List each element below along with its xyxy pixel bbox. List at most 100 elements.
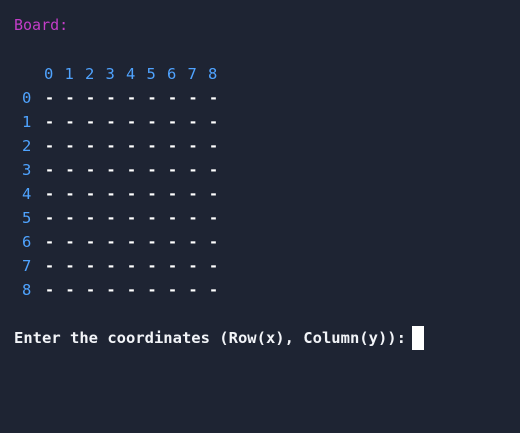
board-row-1: 1--------- bbox=[0, 110, 260, 134]
board-cell: - bbox=[45, 113, 55, 131]
board-cell: - bbox=[127, 113, 137, 131]
row-label-7: 7 bbox=[22, 257, 32, 275]
board-row-2: 2--------- bbox=[0, 134, 260, 158]
board-cell: - bbox=[86, 89, 96, 107]
board-cell: - bbox=[209, 89, 219, 107]
board-cell: - bbox=[45, 185, 55, 203]
board-cell: - bbox=[147, 137, 157, 155]
board-cell: - bbox=[65, 89, 75, 107]
board-cell: - bbox=[106, 89, 116, 107]
board-cell: - bbox=[45, 137, 55, 155]
board-cell: - bbox=[147, 113, 157, 131]
board-cell: - bbox=[65, 257, 75, 275]
board-row-0: 0--------- bbox=[0, 86, 260, 110]
row-label-5: 5 bbox=[22, 209, 32, 227]
board-cell: - bbox=[45, 233, 55, 251]
board-cell: - bbox=[106, 209, 116, 227]
board-cell: - bbox=[209, 281, 219, 299]
board-row-5: 5--------- bbox=[0, 206, 260, 230]
board-cell: - bbox=[147, 185, 157, 203]
board-cell: - bbox=[147, 257, 157, 275]
input-prompt: Enter the coordinates (Row(x), Column(y)… bbox=[14, 329, 406, 347]
board-cell: - bbox=[188, 113, 198, 131]
row-label-2: 2 bbox=[22, 137, 32, 155]
board-cell: - bbox=[106, 257, 116, 275]
board-cell: - bbox=[209, 113, 219, 131]
board-cell: - bbox=[168, 89, 178, 107]
board-cell: - bbox=[65, 209, 75, 227]
board-cell: - bbox=[209, 161, 219, 179]
board-cell: - bbox=[188, 161, 198, 179]
board-cell: - bbox=[127, 233, 137, 251]
board-cell: - bbox=[147, 281, 157, 299]
board-cell: - bbox=[168, 233, 178, 251]
board-cell: - bbox=[168, 185, 178, 203]
board-cell: - bbox=[106, 233, 116, 251]
board-cell: - bbox=[168, 161, 178, 179]
board-cell: - bbox=[188, 257, 198, 275]
board-cell: - bbox=[106, 281, 116, 299]
board-cell: - bbox=[86, 185, 96, 203]
board-cell: - bbox=[188, 137, 198, 155]
row-label-3: 3 bbox=[22, 161, 32, 179]
board-cell: - bbox=[65, 113, 75, 131]
board-cell: - bbox=[147, 89, 157, 107]
board-cell: - bbox=[147, 233, 157, 251]
row-label-6: 6 bbox=[22, 233, 32, 251]
column-label-0: 0 bbox=[44, 65, 54, 83]
column-label-2: 2 bbox=[85, 65, 95, 83]
board-cell: - bbox=[168, 257, 178, 275]
column-label-3: 3 bbox=[105, 65, 115, 83]
column-label-6: 6 bbox=[167, 65, 177, 83]
board-cell: - bbox=[147, 161, 157, 179]
column-label-7: 7 bbox=[187, 65, 197, 83]
column-label-4: 4 bbox=[126, 65, 136, 83]
board-cell: - bbox=[127, 257, 137, 275]
board-cell: - bbox=[45, 281, 55, 299]
board-cell: - bbox=[127, 161, 137, 179]
board-row-6: 6--------- bbox=[0, 230, 260, 254]
row-label-4: 4 bbox=[22, 185, 32, 203]
board-cell: - bbox=[209, 257, 219, 275]
board-cell: - bbox=[106, 113, 116, 131]
board-cell: - bbox=[86, 233, 96, 251]
board-cell: - bbox=[127, 137, 137, 155]
board-cell: - bbox=[86, 113, 96, 131]
board-cell: - bbox=[65, 185, 75, 203]
board-cell: - bbox=[65, 137, 75, 155]
row-label-8: 8 bbox=[22, 281, 32, 299]
board-cell: - bbox=[168, 281, 178, 299]
row-label-1: 1 bbox=[22, 113, 32, 131]
board-cell: - bbox=[45, 257, 55, 275]
column-label-1: 1 bbox=[64, 65, 74, 83]
board-cell: - bbox=[209, 209, 219, 227]
board-cell: - bbox=[45, 209, 55, 227]
board-title: Board: bbox=[14, 16, 69, 34]
board-cell: - bbox=[127, 185, 137, 203]
text-cursor[interactable] bbox=[411, 326, 424, 350]
board-cell: - bbox=[86, 161, 96, 179]
column-label-5: 5 bbox=[146, 65, 156, 83]
board-cell: - bbox=[65, 161, 75, 179]
board-cell: - bbox=[86, 281, 96, 299]
board-row-7: 7--------- bbox=[0, 254, 260, 278]
board-cell: - bbox=[86, 209, 96, 227]
row-label-0: 0 bbox=[22, 89, 32, 107]
board-cell: - bbox=[106, 185, 116, 203]
board-row-3: 3--------- bbox=[0, 158, 260, 182]
board-cell: - bbox=[127, 209, 137, 227]
board-row-8: 8--------- bbox=[0, 278, 260, 302]
board-cell: - bbox=[209, 233, 219, 251]
board-cell: - bbox=[188, 281, 198, 299]
terminal-window: Board: 012345678 0---------1---------2--… bbox=[0, 0, 520, 433]
input-prompt-line[interactable]: Enter the coordinates (Row(x), Column(y)… bbox=[14, 326, 424, 350]
board-cell: - bbox=[106, 161, 116, 179]
board-row-4: 4--------- bbox=[0, 182, 260, 206]
board-cell: - bbox=[188, 209, 198, 227]
board-cell: - bbox=[65, 281, 75, 299]
board-cell: - bbox=[65, 233, 75, 251]
board-cell: - bbox=[127, 89, 137, 107]
board-cell: - bbox=[45, 89, 55, 107]
column-label-8: 8 bbox=[208, 65, 218, 83]
board-cell: - bbox=[86, 137, 96, 155]
